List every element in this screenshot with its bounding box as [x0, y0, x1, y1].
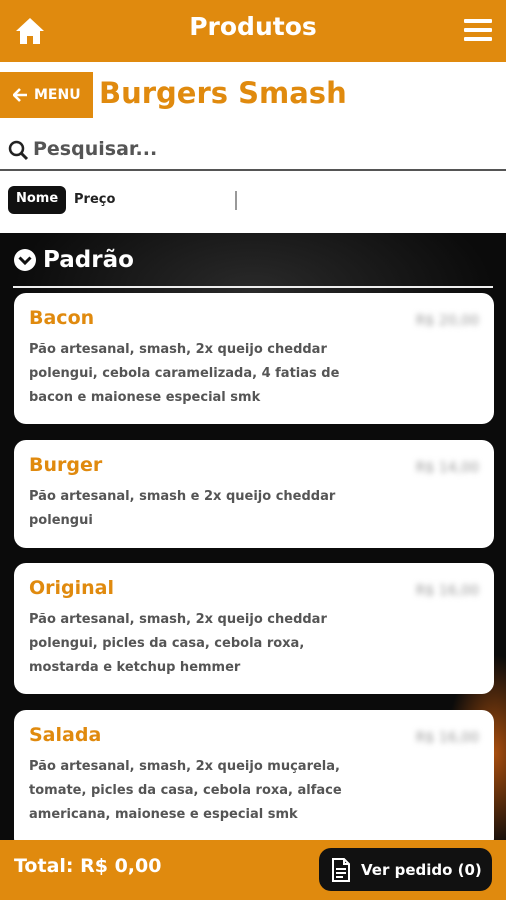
product-list-area: Padrão Bacon R$ 20,00 Pão artesanal, sma…	[0, 233, 506, 840]
chevron-down-icon	[14, 249, 36, 271]
sort-by-name-button[interactable]: Nome	[8, 186, 67, 214]
section-toggle[interactable]: Padrão	[13, 247, 134, 273]
product-price: R$ 16,00	[415, 730, 479, 746]
top-bar: Produtos	[0, 0, 506, 62]
product-name: Bacon	[29, 307, 95, 329]
back-button-label: MENU	[34, 87, 81, 103]
document-icon	[332, 857, 350, 882]
view-order-button[interactable]: Ver pedido (0)	[319, 848, 492, 891]
product-description: Pão artesanal, smash, 2x queijo cheddar …	[29, 612, 327, 675]
footer-bar: Total: R$ 0,00 Ver pedido (0)	[0, 840, 506, 900]
product-name: Salada	[29, 724, 102, 746]
product-description: Pão artesanal, smash, 2x queijo muçarela…	[29, 759, 342, 822]
order-total: Total: R$ 0,00	[14, 855, 162, 877]
product-description: Pão artesanal, smash, 2x queijo cheddar …	[29, 342, 340, 405]
search-icon	[8, 140, 29, 161]
back-to-menu-button[interactable]: MENU	[0, 72, 93, 118]
section-title: Padrão	[43, 247, 134, 273]
product-card-salada[interactable]: Salada R$ 16,00 Pão artesanal, smash, 2x…	[14, 710, 494, 840]
sort-bar: Nome Preço	[0, 186, 506, 216]
view-order-label: Ver pedido (0)	[361, 860, 482, 879]
hamburger-menu-icon[interactable]	[464, 18, 492, 42]
product-price: R$ 20,00	[415, 313, 479, 329]
section-divider	[13, 286, 493, 288]
sort-by-price-button[interactable]: Preço	[74, 192, 115, 207]
product-card-original[interactable]: Original R$ 16,00 Pão artesanal, smash, …	[14, 563, 494, 694]
product-price: R$ 16,00	[415, 583, 479, 599]
product-description: Pão artesanal, smash e 2x queijo cheddar…	[29, 489, 336, 528]
category-title: Burgers Smash	[99, 76, 347, 110]
search-input[interactable]	[33, 132, 493, 166]
product-price: R$ 14,00	[415, 460, 479, 476]
arrow-left-icon	[13, 88, 27, 102]
product-name: Original	[29, 577, 115, 599]
search-bar	[0, 128, 506, 171]
product-card-burger[interactable]: Burger R$ 14,00 Pão artesanal, smash e 2…	[14, 440, 494, 548]
sort-divider	[235, 191, 237, 210]
product-name: Burger	[29, 454, 103, 476]
product-card-bacon[interactable]: Bacon R$ 20,00 Pão artesanal, smash, 2x …	[14, 293, 494, 424]
page-title: Produtos	[189, 12, 317, 41]
